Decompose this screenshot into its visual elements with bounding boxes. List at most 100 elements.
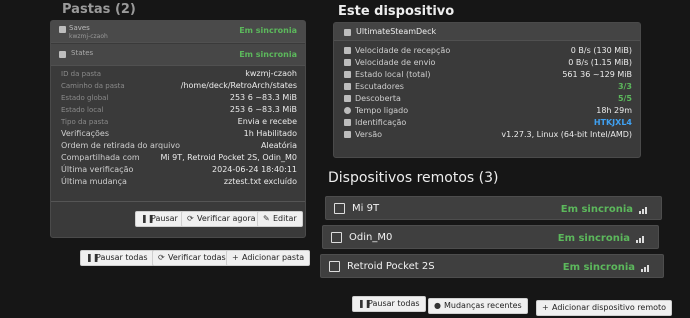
download-icon	[344, 47, 351, 54]
divider	[51, 201, 305, 202]
signal-icon	[636, 235, 646, 243]
detail-value: Mi 9T, Retroid Pocket 2S, Odin_M0	[160, 153, 297, 162]
stat-value: 0 B/s (1.15 MiB)	[568, 58, 632, 67]
detail-label: Estado global	[61, 94, 109, 102]
folder-icon	[59, 51, 66, 58]
edit-folder-button[interactable]: ✎ Editar	[257, 211, 303, 227]
stat-value: 0 B/s (130 MiB)	[570, 46, 632, 55]
pause-folder-button[interactable]: ❚❚Pausar	[135, 211, 184, 227]
tag-icon	[344, 131, 351, 138]
home-icon	[344, 71, 351, 78]
folder-status: Em sincronia	[239, 26, 297, 35]
detail-row: ID da pasta kwzmj-czaoh	[51, 68, 305, 80]
info-icon: ●	[434, 301, 441, 310]
detail-label: Estado local	[61, 106, 104, 114]
detail-row: Verificações 1h Habilitado	[51, 128, 305, 140]
stat-value: 18h 29m	[596, 106, 632, 115]
rescan-folder-button[interactable]: ⟳ Verificar agora	[181, 211, 262, 227]
stat-label: Estado local (total)	[355, 70, 431, 79]
stat-label: Escutadores	[355, 82, 404, 91]
pause-all-folders-button[interactable]: ❚❚Pausar todas	[80, 250, 154, 266]
stat-label: Velocidade de recepção	[355, 46, 451, 55]
folders-section-title: Pastas (2)	[62, 2, 136, 17]
stat-row: Velocidade de recepção 0 B/s (130 MiB)	[334, 45, 640, 57]
stat-row: Versão v1.27.3, Linux (64-bit Intel/AMD)	[334, 129, 640, 141]
button-label: Editar	[273, 214, 297, 223]
this-device-header[interactable]: UltimateSteamDeck	[334, 23, 640, 41]
plus-icon: +	[232, 253, 239, 262]
detail-row: Ordem de retirada do arquivo Aleatória	[51, 140, 305, 152]
device-icon	[334, 203, 345, 214]
detail-row: Tipo da pasta Envia e recebe	[51, 116, 305, 128]
this-device-title: Este dispositivo	[338, 4, 455, 19]
refresh-icon: ⟳	[187, 214, 194, 223]
detail-row: Última mudança zztest.txt excluído	[51, 176, 305, 188]
computer-icon	[344, 29, 351, 36]
device-name: Retroid Pocket 2S	[347, 261, 435, 272]
pause-all-devices-button[interactable]: ❚❚Pausar todas	[352, 296, 426, 312]
qrcode-icon	[344, 119, 351, 126]
stat-value: 5/5	[617, 94, 632, 103]
detail-row: Última verificação 2024-06-24 18:40:11	[51, 164, 305, 176]
folder-name: States	[71, 49, 94, 57]
detail-label: Última mudança	[61, 177, 127, 186]
detail-label: Ordem de retirada do arquivo	[61, 141, 180, 150]
detail-value: Aleatória	[261, 141, 297, 150]
recent-changes-button[interactable]: ● Mudanças recentes	[428, 298, 528, 314]
remote-device-item[interactable]: Mi 9T Em sincronia	[325, 196, 662, 220]
detail-value: 253 6 ~83.3 MiB	[229, 105, 297, 114]
stat-value: v1.27.3, Linux (64-bit Intel/AMD)	[501, 130, 632, 139]
detail-value: kwzmj-czaoh	[245, 69, 297, 78]
remote-devices-title: Dispositivos remotos (3)	[328, 170, 499, 186]
stat-label: Descoberta	[355, 94, 401, 103]
folder-saves-header[interactable]: Saves kwzmj-czaoh Em sincronia	[51, 21, 305, 43]
folder-states-header[interactable]: States Em sincronia	[51, 44, 305, 66]
upload-icon	[344, 59, 351, 66]
this-device-panel: UltimateSteamDeck Velocidade de recepção…	[333, 22, 641, 158]
app-window: { "folders": { "section_title": "Pastas …	[0, 0, 690, 318]
stat-row: Tempo ligado 18h 29m	[334, 105, 640, 117]
device-name: UltimateSteamDeck	[356, 27, 437, 36]
stat-row: Estado local (total) 561 36 ~129 MiB	[334, 69, 640, 81]
stat-label: Versão	[355, 130, 383, 139]
detail-label: Tipo da pasta	[61, 118, 109, 126]
pause-icon: ❚❚	[86, 253, 100, 262]
detail-label: Compartilhada com	[61, 153, 140, 162]
pause-icon: ❚❚	[358, 299, 372, 308]
add-remote-device-button[interactable]: + Adicionar dispositivo remoto	[536, 300, 673, 316]
detail-label: ID da pasta	[61, 70, 102, 78]
device-id-link[interactable]: HTKJXL4	[594, 117, 632, 129]
detail-value: 2024-06-24 18:40:11	[212, 165, 297, 174]
device-status: Em sincronia	[557, 233, 630, 244]
detail-value: 1h Habilitado	[243, 129, 297, 138]
button-label: Pausar todas	[368, 299, 420, 308]
refresh-icon: ⟳	[158, 253, 165, 262]
rescan-all-button[interactable]: ⟳ Verificar todas	[152, 250, 232, 266]
button-label: Adicionar pasta	[242, 253, 305, 262]
device-status: Em sincronia	[562, 262, 635, 273]
button-label: Adicionar dispositivo remoto	[552, 303, 667, 312]
detail-value: 253 6 ~83.3 MiB	[229, 93, 297, 102]
sitemap-icon	[344, 95, 351, 102]
signal-icon	[639, 206, 649, 214]
detail-label: Caminho da pasta	[61, 82, 125, 90]
detail-row: Caminho da pasta/home/deck/RetroArch/sta…	[51, 80, 305, 92]
remote-device-item[interactable]: Odin_M0 Em sincronia	[322, 225, 659, 249]
detail-row: Estado global 253 6 ~83.3 MiB	[51, 92, 305, 104]
stat-row: Identificação HTKJXL4	[334, 117, 640, 129]
stat-value: 3/3	[617, 82, 632, 91]
detail-row: Compartilhada com Mi 9T, Retroid Pocket 2…	[51, 152, 305, 164]
detail-value: zztest.txt excluído	[223, 177, 297, 186]
stat-value: 561 36 ~129 MiB	[562, 70, 632, 79]
stat-label: Identificação	[355, 118, 407, 127]
add-folder-button[interactable]: + Adicionar pasta	[226, 250, 311, 266]
button-label: Pausar todas	[96, 253, 148, 262]
button-label: Verificar agora	[197, 214, 256, 223]
detail-label: Última verificação	[61, 165, 134, 174]
device-status: Em sincronia	[560, 204, 633, 215]
signal-icon	[641, 264, 651, 272]
remote-device-item[interactable]: Retroid Pocket 2S Em sincronia	[320, 254, 664, 278]
button-label: Mudanças recentes	[444, 301, 522, 310]
pencil-icon: ✎	[263, 214, 270, 223]
clock-icon	[344, 107, 351, 114]
